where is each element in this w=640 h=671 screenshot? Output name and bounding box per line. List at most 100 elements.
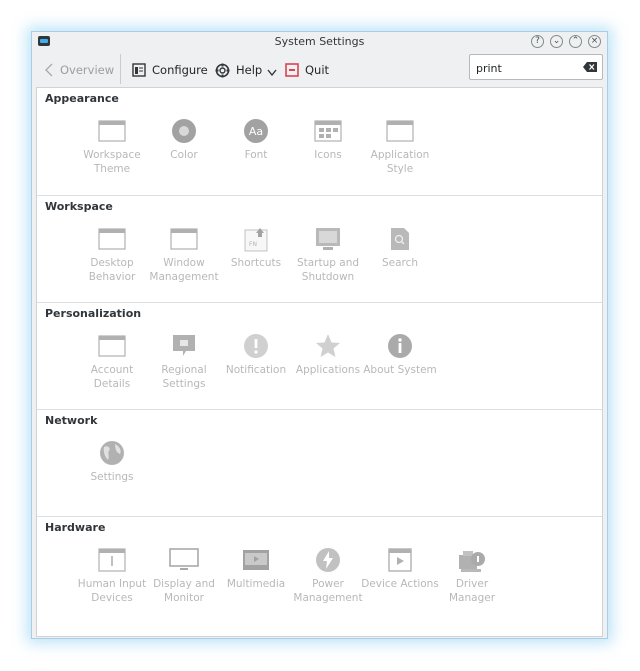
item-font[interactable]: Aa Font (216, 116, 296, 162)
device-actions-icon (387, 545, 413, 575)
window-title: System Settings (274, 35, 365, 48)
item-label: Workspace Theme (83, 149, 141, 175)
section-title: Personalization (45, 307, 142, 320)
item-label: Shortcuts (230, 257, 282, 269)
help-label: Help (236, 63, 263, 77)
item-display-monitor[interactable]: Display and Monitor (144, 545, 224, 605)
back-arrow-icon (45, 63, 53, 77)
section-appearance: Appearance Workspace Theme Color Aa Font… (37, 88, 602, 195)
icons-icon (314, 116, 342, 146)
item-label: About System (363, 364, 437, 376)
item-label: Startup and Shutdown (296, 257, 360, 283)
item-label: Driver Manager (448, 578, 496, 604)
item-desktop-behavior[interactable]: Desktop Behavior (72, 224, 152, 284)
item-startup-shutdown[interactable]: Startup and Shutdown (288, 224, 368, 284)
help-window-icon[interactable]: ? (531, 35, 544, 48)
item-human-input-devices[interactable]: Human Input Devices (72, 545, 152, 605)
configure-button[interactable]: Configure (132, 61, 208, 79)
item-about-system[interactable]: About System (360, 331, 440, 377)
startup-icon (314, 224, 342, 254)
item-label: Application Style (370, 149, 430, 175)
section-network: Network Settings (37, 409, 602, 517)
item-search[interactable]: Search (360, 224, 440, 270)
section-title: Workspace (45, 200, 113, 213)
item-driver-manager[interactable]: Driver Manager (432, 545, 512, 605)
item-label: Color (170, 149, 198, 161)
item-shortcuts[interactable]: FN Shortcuts (216, 224, 296, 270)
item-label: Human Input Devices (77, 578, 147, 604)
section-title: Appearance (45, 92, 119, 105)
item-label: Settings (90, 471, 134, 483)
search-input[interactable] (474, 59, 578, 77)
maximize-icon[interactable]: ⌃ (569, 35, 582, 48)
color-icon (170, 116, 198, 146)
overview-label: Overview (60, 63, 115, 77)
settings-content: Appearance Workspace Theme Color Aa Font… (36, 87, 603, 637)
minimize-icon[interactable]: ⌄ (550, 35, 563, 48)
item-label: Multimedia (226, 578, 286, 590)
power-icon (314, 545, 342, 575)
item-label: Applications (295, 364, 361, 376)
quit-button[interactable]: Quit (285, 61, 329, 79)
item-workspace-theme[interactable]: Workspace Theme (72, 116, 152, 176)
close-icon[interactable]: × (588, 35, 601, 48)
section-title: Hardware (45, 521, 106, 534)
section-personalization: Personalization Account Details Regional… (37, 302, 602, 410)
item-label: Font (244, 149, 268, 161)
item-label: Display and Monitor (153, 578, 215, 604)
item-window-management[interactable]: Window Management (144, 224, 224, 284)
chevron-down-icon (267, 69, 277, 77)
configure-label: Configure (152, 63, 208, 77)
globe-icon (98, 438, 126, 468)
title-bar: System Settings ? ⌄ ⌃ × (32, 32, 607, 52)
driver-icon (457, 545, 487, 575)
svg-text:Aa: Aa (249, 125, 263, 138)
clear-search-icon[interactable] (583, 62, 597, 72)
overview-button[interactable]: Overview (44, 61, 114, 79)
multimedia-icon (242, 545, 270, 575)
item-applications[interactable]: Applications (288, 331, 368, 377)
lifebuoy-icon (215, 63, 230, 77)
section-title: Network (45, 414, 98, 427)
shortcuts-icon: FN (244, 224, 268, 254)
item-notification[interactable]: Notification (216, 331, 296, 377)
system-settings-window: System Settings ? ⌄ ⌃ × Overview Configu… (31, 31, 608, 639)
quit-icon (285, 63, 299, 77)
input-icon (98, 545, 126, 575)
item-application-style[interactable]: Application Style (360, 116, 440, 176)
item-multimedia[interactable]: Multimedia (216, 545, 296, 591)
section-hardware: Hardware Human Input Devices Display and… (37, 516, 602, 638)
item-label: Window Management (149, 257, 219, 283)
item-color[interactable]: Color (144, 116, 224, 162)
window-icon (170, 224, 198, 254)
info-icon (386, 331, 414, 361)
item-label: Desktop Behavior (88, 257, 136, 283)
item-power-management[interactable]: Power Management (288, 545, 368, 605)
item-label: Search (381, 257, 419, 269)
window-icon (98, 331, 126, 361)
item-label: Power Management (293, 578, 363, 604)
window-icon (98, 116, 126, 146)
item-network-settings[interactable]: Settings (72, 438, 152, 484)
item-regional-settings[interactable]: Regional Settings (144, 331, 224, 391)
item-device-actions[interactable]: Device Actions (360, 545, 440, 591)
item-label: Regional Settings (161, 364, 207, 390)
monitor-icon (169, 545, 199, 575)
star-icon (315, 331, 341, 361)
window-icon (98, 224, 126, 254)
section-workspace: Workspace Desktop Behavior Window Manage… (37, 195, 602, 303)
item-account-details[interactable]: Account Details (72, 331, 152, 391)
font-icon: Aa (242, 116, 270, 146)
regional-icon (171, 331, 197, 361)
notification-icon (242, 331, 270, 361)
item-label: Notification (225, 364, 287, 376)
item-label: Device Actions (361, 578, 439, 590)
item-icons[interactable]: Icons (288, 116, 368, 162)
window-icon (386, 116, 414, 146)
toolbar-separator (120, 54, 121, 84)
help-button[interactable]: Help (215, 61, 283, 79)
configure-icon (132, 63, 146, 77)
item-label: Account Details (90, 364, 134, 390)
search-field[interactable] (469, 54, 603, 80)
quit-label: Quit (305, 63, 330, 77)
